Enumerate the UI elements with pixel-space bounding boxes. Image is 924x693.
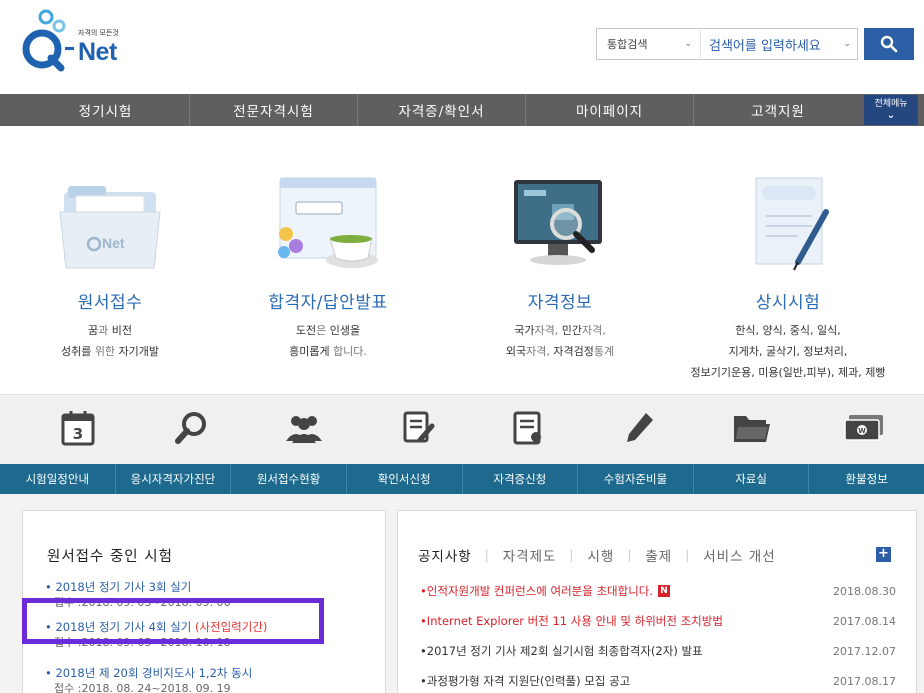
notice-panel: 공지사항 | 자격제도 | 시행 | 출제 | 서비스 개선 + • 인적자원개… (397, 510, 917, 693)
quick-refund-info[interactable]: 환불정보 (809, 464, 924, 494)
search-scope-value: 통합검색 (607, 38, 648, 51)
search-input[interactable]: 검색어를 입력하세요 ⌄ (701, 29, 857, 59)
people-icon[interactable] (278, 405, 330, 451)
main-nav: 정기시험 전문자격시험 자격증/확인서 마이페이지 고객지원 (0, 94, 924, 126)
search-placeholder: 검색어를 입력하세요 (709, 38, 821, 54)
quick-exam-supplies[interactable]: 수험자준비물 (578, 464, 694, 494)
quick-menu-bar: 시험일정안내 응시자격자가진단 원서접수현황 확인서신청 자격증신청 수험자준비… (0, 464, 924, 494)
quick-archive[interactable]: 자료실 (694, 464, 810, 494)
search-icon (880, 35, 898, 53)
form-edit-icon[interactable] (392, 405, 444, 451)
nav-certificate[interactable]: 자격증/확인서 (358, 94, 526, 126)
bullet: • (45, 620, 56, 634)
bullet: • (45, 666, 56, 680)
card-description: 국가자격, 민간자격, 외국자격, 자격검정통계 (505, 324, 615, 358)
chevron-down-icon: ⌄ (843, 39, 851, 49)
table-row[interactable]: • 과정평가형 자격 지원단(인력풀) 모집 공고 2017.08.17 (420, 673, 896, 689)
card-title: 합격자/답안발표 (268, 293, 388, 313)
quick-exam-schedule[interactable]: 시험일정안내 (0, 464, 116, 494)
quick-confirmation-request[interactable]: 확인서신청 (347, 464, 463, 494)
quick-menu-icons: 3 W (0, 394, 924, 464)
table-row[interactable]: • 2017년 정기 기사 제2회 실기시험 최종합격자(2자) 발표 2017… (420, 643, 896, 659)
quick-application-status[interactable]: 원서접수현황 (231, 464, 347, 494)
chevron-down-icon: ⌄ (684, 39, 692, 49)
tab-notice[interactable]: 공지사항 (418, 545, 472, 565)
lower-section: 원서접수 중인 시험 • 2018년 정기 기사 3회 실기 접수 :2018.… (0, 494, 924, 693)
card-description: 꿈과 비전 성취를 위한 자기개발 (60, 324, 160, 358)
svg-text:Net: Net (102, 235, 125, 251)
svg-text:W: W (858, 427, 866, 435)
list-item[interactable]: • 2018년 정기 기사 3회 실기 접수 :2018. 09. 03~201… (45, 579, 375, 611)
nav-customer-support[interactable]: 고객지원 (694, 94, 862, 126)
search-box: 통합검색 ⌄ 검색어를 입력하세요 ⌄ (596, 28, 858, 60)
site-header: 자격의 모든것 Net 통합검색 ⌄ 검색어를 입력하세요 ⌄ (0, 0, 924, 94)
card-title: 상시시험 (755, 293, 821, 313)
tab-question-setting[interactable]: 출제 (645, 545, 672, 565)
list-item[interactable]: • 2018년 제 20회 경비지도사 1,2차 동시 접수 :2018. 08… (45, 665, 375, 693)
hero-section: Net 원서접수 꿈과 비전 성취를 위한 자기개발 합격자/답안발표 도전은 … (0, 126, 924, 394)
logo-tagline: 자격의 모든것 (78, 29, 119, 37)
qnet-logo[interactable]: 자격의 모든것 Net (20, 6, 140, 72)
nav-mypage[interactable]: 마이페이지 (526, 94, 694, 126)
table-row[interactable]: • Internet Explorer 버전 11 사용 안내 및 하위버전 조… (420, 613, 896, 629)
tab-service-improvement[interactable]: 서비스 개선 (703, 545, 775, 565)
card-results[interactable]: 합격자/답안발표 도전은 인생을 흥미롭게 합니다. (218, 126, 438, 394)
card-qualification-info[interactable]: 자격정보 국가자격, 민간자격, 외국자격, 자격검정통계 (450, 126, 670, 394)
table-row[interactable]: • 인적자원개발 컨퍼런스에 여러분을 초대합니다. N 2018.08.30 (420, 583, 896, 599)
list-item[interactable]: • 2018년 정기 기사 4회 실기 (사전입력기간) 접수 :2018. 0… (45, 619, 375, 651)
card-ondemand-exam[interactable]: 상시시험 한식, 양식, 중식, 일식, 지게차, 굴삭기, 정보처리, 정보기… (678, 126, 898, 394)
quick-eligibility-check[interactable]: 응시자격자가진단 (116, 464, 232, 494)
tab-qualification-system[interactable]: 자격제도 (503, 545, 557, 565)
all-menu-label: 전체메뉴 (874, 99, 908, 109)
all-menu-button[interactable]: 전체메뉴 ⌄ (864, 95, 918, 125)
banknote-icon[interactable]: W (838, 405, 890, 451)
more-plus-icon[interactable]: + (876, 547, 891, 562)
card-description: 한식, 양식, 중식, 일식, 지게차, 굴삭기, 정보처리, 정보기기운용, … (690, 324, 886, 379)
search-button[interactable] (864, 28, 914, 60)
pre-entry-note: (사전입력기간) (194, 620, 268, 634)
open-applications-panel: 원서접수 중인 시험 • 2018년 정기 기사 3회 실기 접수 :2018.… (22, 510, 386, 693)
nav-regular-exam[interactable]: 정기시험 (0, 94, 190, 126)
card-title: 자격정보 (527, 293, 593, 313)
monitor-magnifier-icon (500, 172, 620, 282)
quick-certificate-request[interactable]: 자격증신청 (463, 464, 579, 494)
calendar-day: 3 (73, 425, 83, 443)
magnifier-icon[interactable] (166, 405, 218, 451)
folder-icon: Net (50, 172, 170, 282)
browser-teacup-icon (268, 172, 388, 282)
search-scope-select[interactable]: 통합검색 ⌄ (597, 29, 701, 59)
document-pen-icon (728, 172, 848, 282)
notice-tabs: 공지사항 | 자격제도 | 시행 | 출제 | 서비스 개선 (418, 545, 776, 565)
new-badge: N (658, 585, 671, 597)
card-application[interactable]: Net 원서접수 꿈과 비전 성취를 위한 자기개발 (0, 126, 220, 394)
card-title: 원서접수 (77, 293, 143, 313)
nav-professional-exam[interactable]: 전문자격시험 (190, 94, 358, 126)
pencil-icon[interactable] (614, 405, 666, 451)
calendar-icon[interactable]: 3 (52, 405, 104, 451)
bullet: • (45, 580, 56, 594)
card-description: 도전은 인생을 흥미롭게 합니다. (289, 324, 367, 358)
folder-open-icon[interactable] (726, 405, 778, 451)
logo-text: Net (78, 38, 117, 66)
certificate-icon[interactable] (502, 405, 554, 451)
tab-administration[interactable]: 시행 (587, 545, 614, 565)
panel-title: 원서접수 중인 시험 (47, 549, 173, 565)
chevron-down-icon: ⌄ (886, 110, 896, 121)
